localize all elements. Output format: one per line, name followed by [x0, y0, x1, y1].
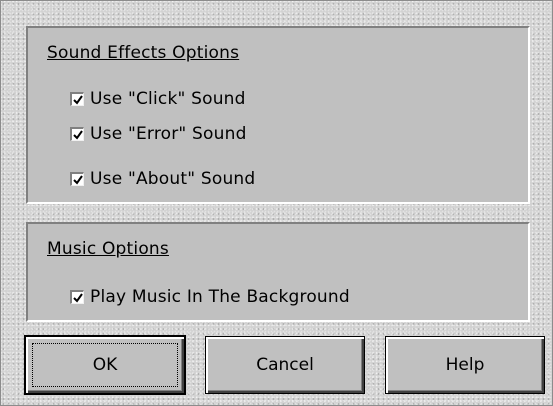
error-sound-checkbox[interactable]: [70, 127, 84, 141]
error-sound-option[interactable]: Use "Error" Sound: [70, 123, 247, 145]
error-sound-label: Use "Error" Sound: [90, 124, 247, 144]
music-options-title: Music Options: [47, 239, 169, 259]
help-button[interactable]: Help: [385, 336, 545, 394]
checkmark-icon: [72, 292, 83, 303]
background-music-label: Play Music In The Background: [90, 287, 350, 307]
checkmark-icon: [72, 94, 83, 105]
checkmark-icon: [72, 129, 83, 140]
about-sound-label: Use "About" Sound: [90, 169, 256, 189]
click-sound-option[interactable]: Use "Click" Sound: [70, 88, 246, 110]
ok-button[interactable]: OK: [24, 335, 186, 395]
cancel-button-label: Cancel: [256, 355, 314, 375]
click-sound-label: Use "Click" Sound: [90, 89, 246, 109]
sound-options-dialog: Sound Effects Options Use "Click" Sound …: [0, 0, 553, 406]
background-music-option[interactable]: Play Music In The Background: [70, 286, 350, 308]
background-music-checkbox[interactable]: [70, 290, 84, 304]
sound-effects-group: Sound Effects Options Use "Click" Sound …: [26, 26, 530, 204]
about-sound-checkbox[interactable]: [70, 172, 84, 186]
sound-effects-title: Sound Effects Options: [47, 43, 240, 63]
click-sound-checkbox[interactable]: [70, 92, 84, 106]
help-button-label: Help: [445, 355, 485, 375]
about-sound-option[interactable]: Use "About" Sound: [70, 168, 255, 190]
cancel-button[interactable]: Cancel: [205, 336, 365, 394]
focus-ring: [32, 343, 178, 387]
checkmark-icon: [72, 174, 83, 185]
music-options-group: Music Options Play Music In The Backgrou…: [26, 222, 530, 322]
